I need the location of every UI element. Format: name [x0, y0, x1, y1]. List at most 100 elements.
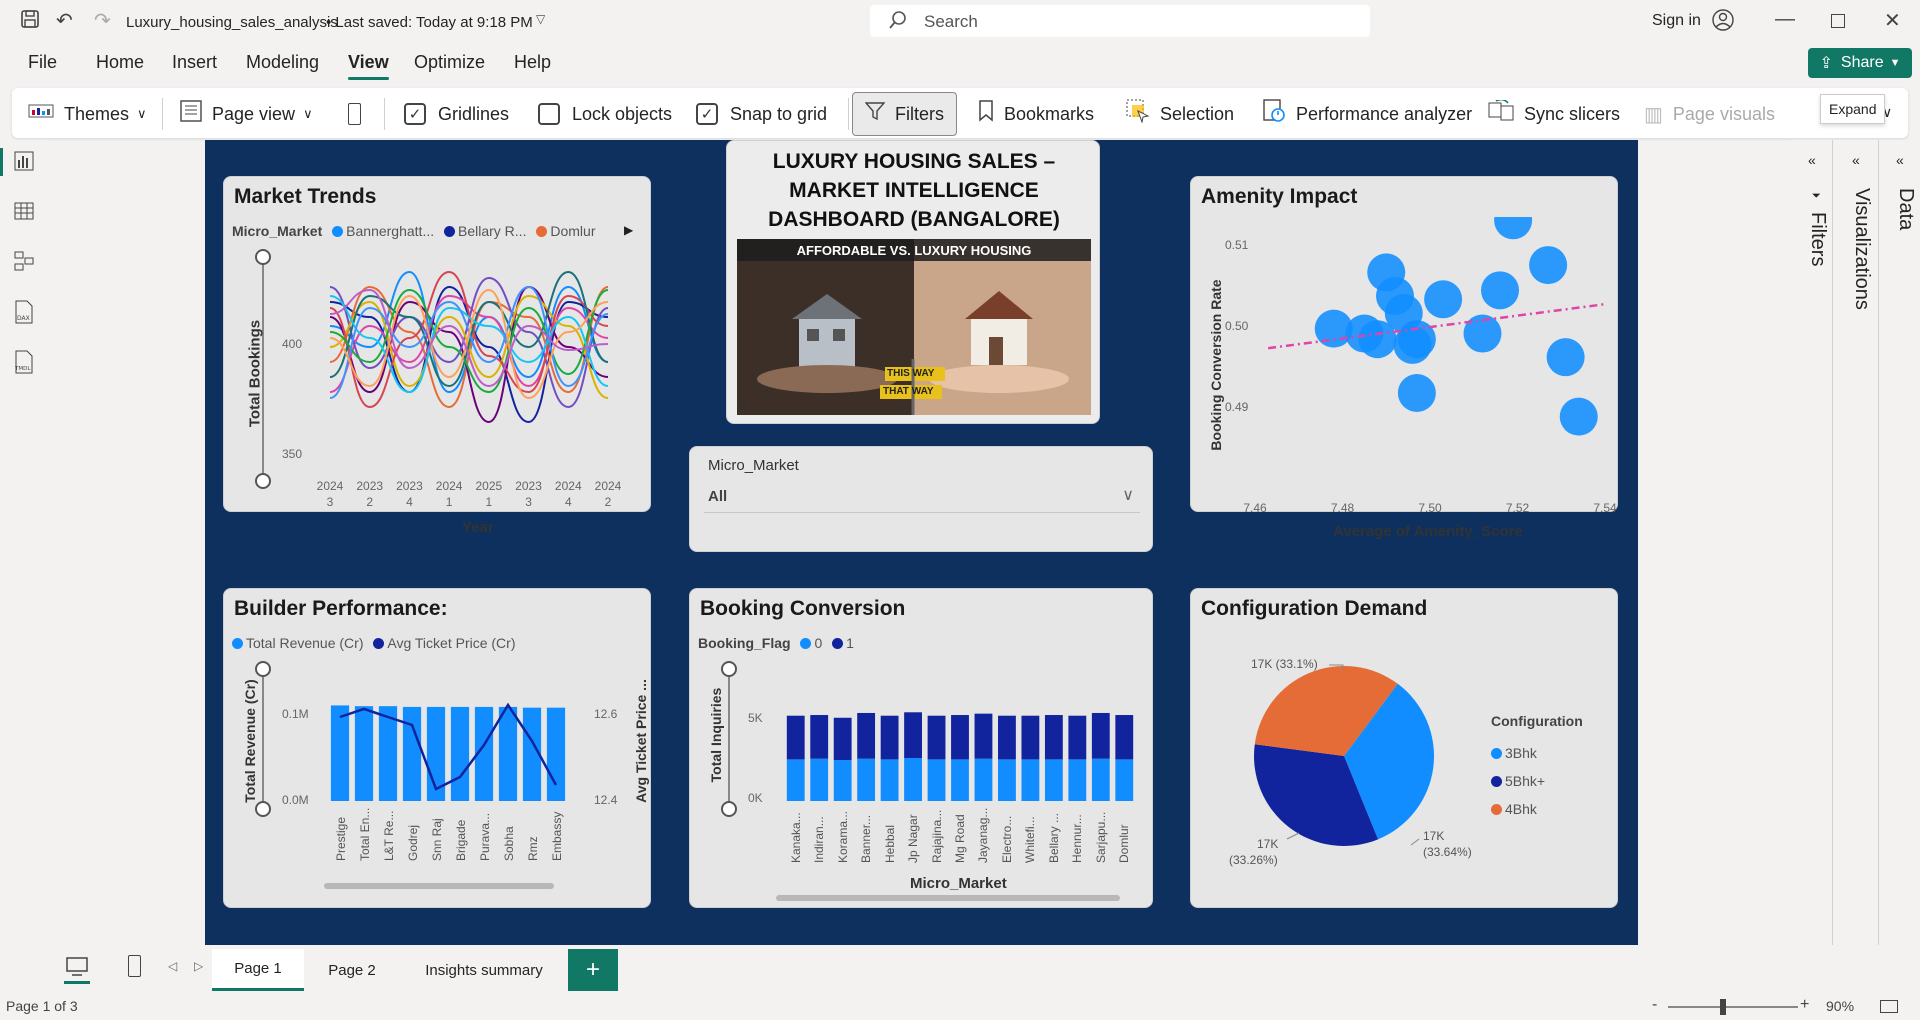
scatter-point[interactable] — [1559, 397, 1598, 436]
menu-home[interactable]: Home — [96, 52, 144, 73]
scatter-point[interactable] — [1424, 280, 1463, 319]
gridlines-checkbox[interactable]: ✓ Gridlines — [404, 98, 509, 130]
bar-segment[interactable] — [1115, 759, 1134, 801]
horizontal-scrollbar[interactable] — [776, 895, 1120, 901]
mobile-layout-icon[interactable] — [128, 955, 141, 977]
bar-segment[interactable] — [810, 758, 829, 801]
data-pane-tab[interactable]: Data — [1894, 188, 1917, 230]
bar-segment[interactable] — [786, 759, 805, 801]
bar[interactable] — [498, 706, 518, 801]
bar[interactable] — [354, 706, 374, 801]
scatter-point[interactable] — [1546, 338, 1585, 377]
filters-toggle[interactable]: Filters — [852, 92, 957, 136]
bar-segment[interactable] — [857, 758, 876, 801]
page-tab-insights-summary[interactable]: Insights summary — [404, 949, 564, 991]
tmdl-view-icon[interactable]: TMDL — [12, 350, 36, 374]
dax-query-view-icon[interactable]: DAX — [12, 300, 36, 324]
redo-icon[interactable]: ↷ — [94, 8, 111, 33]
line-chart-plot[interactable] — [324, 257, 614, 467]
scatter-point[interactable] — [1397, 374, 1436, 412]
zoom-out-button[interactable]: - — [1652, 996, 1657, 1014]
bar[interactable] — [450, 706, 470, 801]
slicer-dropdown[interactable]: All ∨ — [704, 483, 1140, 513]
zoom-in-button[interactable]: + — [1800, 996, 1809, 1014]
snap-to-grid-checkbox[interactable]: ✓ Snap to grid — [696, 98, 827, 130]
fit-to-page-icon[interactable] — [1880, 1000, 1898, 1013]
menu-modeling[interactable]: Modeling — [246, 52, 319, 73]
bar-segment[interactable] — [1021, 759, 1040, 801]
bar[interactable] — [546, 707, 566, 801]
selection-button[interactable]: Selection — [1126, 98, 1234, 130]
undo-icon[interactable]: ↶ — [56, 8, 73, 33]
builder-performance-visual[interactable]: Builder Performance: Total Revenue (Cr) … — [223, 588, 651, 908]
bar-segment[interactable] — [1068, 759, 1087, 801]
configuration-demand-visual[interactable]: Configuration Demand 17K (33.1%) 17K (33… — [1190, 588, 1618, 908]
bar-segment[interactable] — [951, 715, 969, 760]
mobile-layout-button[interactable] — [348, 98, 361, 130]
page-tab-page-1[interactable]: Page 1 — [212, 949, 304, 991]
bar[interactable] — [330, 705, 350, 801]
bar-segment[interactable] — [1115, 715, 1134, 760]
bar-segment[interactable] — [998, 715, 1016, 760]
series-line[interactable] — [329, 270, 609, 409]
stacked-bar-plot[interactable] — [784, 685, 1136, 801]
expand-filters-icon[interactable]: « — [1808, 152, 1816, 168]
booking-conversion-visual[interactable]: Booking Conversion Booking_Flag 0 1 Tota… — [689, 588, 1153, 908]
zoom-slider-handle[interactable] — [255, 249, 271, 265]
menu-file[interactable]: File — [28, 52, 57, 73]
sync-slicers-button[interactable]: Sync slicers — [1488, 98, 1620, 130]
combo-chart-plot[interactable] — [328, 689, 568, 801]
model-view-icon[interactable] — [12, 250, 36, 274]
performance-analyzer-button[interactable]: Performance analyzer — [1262, 98, 1472, 130]
horizontal-scrollbar[interactable] — [324, 883, 554, 889]
page-view-button[interactable]: Page view ∨ — [180, 98, 313, 130]
zoom-slider[interactable] — [262, 669, 264, 809]
bar-segment[interactable] — [974, 758, 993, 801]
bar-segment[interactable] — [833, 717, 852, 761]
bar-segment[interactable] — [857, 712, 876, 759]
bar-segment[interactable] — [1068, 715, 1087, 760]
bar-segment[interactable] — [880, 759, 899, 801]
menu-optimize[interactable]: Optimize — [414, 52, 485, 73]
user-icon[interactable] — [1712, 9, 1734, 36]
expand-visualizations-icon[interactable]: « — [1852, 152, 1860, 168]
legend-next-icon[interactable]: ▶ — [624, 223, 633, 237]
bookmarks-button[interactable]: Bookmarks — [978, 98, 1094, 130]
add-page-button[interactable]: + — [568, 949, 618, 991]
expand-data-icon[interactable]: « — [1896, 152, 1904, 168]
zoom-slider[interactable] — [1668, 1006, 1798, 1008]
bar-segment[interactable] — [1091, 758, 1110, 801]
next-page-icon[interactable]: ▷ — [194, 959, 203, 973]
zoom-slider-handle[interactable] — [721, 801, 737, 817]
bar-segment[interactable] — [1044, 759, 1063, 801]
visualizations-pane-tab[interactable]: Visualizations — [1850, 188, 1873, 310]
scatter-point[interactable] — [1481, 271, 1519, 310]
sign-in-link[interactable]: Sign in — [1652, 12, 1701, 30]
save-icon[interactable] — [20, 9, 40, 35]
themes-button[interactable]: Themes ∨ — [28, 98, 147, 130]
chevron-down-icon[interactable]: ▽ — [536, 12, 545, 26]
desktop-layout-icon[interactable] — [66, 957, 88, 982]
scatter-point[interactable] — [1494, 217, 1533, 240]
bar-segment[interactable] — [951, 759, 969, 801]
search-box[interactable]: Search — [870, 5, 1370, 37]
zoom-slider[interactable] — [728, 669, 730, 809]
report-view-icon[interactable] — [12, 150, 36, 174]
bar-segment[interactable] — [1044, 715, 1063, 760]
table-view-icon[interactable] — [12, 200, 36, 224]
bar-segment[interactable] — [904, 712, 922, 759]
menu-help[interactable]: Help — [514, 52, 551, 73]
bar-segment[interactable] — [833, 760, 852, 801]
minimize-icon[interactable]: — — [1775, 8, 1795, 31]
bar-segment[interactable] — [1021, 715, 1040, 760]
bar-segment[interactable] — [810, 715, 829, 759]
bar-segment[interactable] — [1091, 712, 1110, 759]
bar-segment[interactable] — [927, 759, 946, 801]
menu-insert[interactable]: Insert — [172, 52, 217, 73]
close-icon[interactable]: ✕ — [1884, 8, 1901, 33]
zoom-slider-thumb[interactable] — [1720, 999, 1726, 1015]
filters-pane-tab[interactable]: Filters — [1806, 212, 1829, 266]
bar-segment[interactable] — [904, 758, 922, 801]
market-trends-visual[interactable]: Market Trends Micro_Market Bannerghatt..… — [223, 176, 651, 536]
bar-segment[interactable] — [880, 715, 899, 760]
